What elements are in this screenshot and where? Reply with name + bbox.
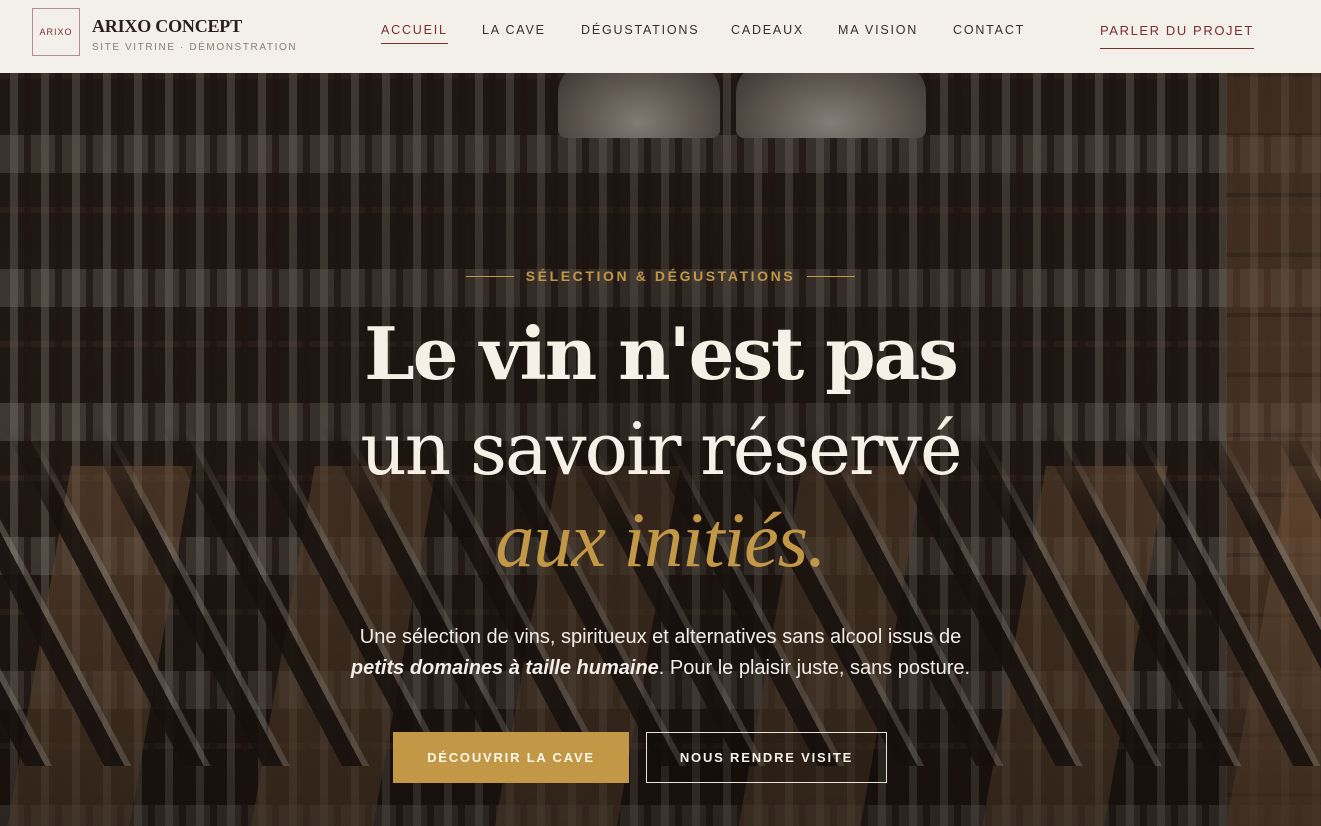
nous-rendre-visite-button[interactable]: NOUS RENDRE VISITE: [646, 732, 887, 783]
hero-headline-line-2: un savoir réservé: [360, 407, 962, 491]
hero-eyebrow-wrap: SÉLECTION & DÉGUSTATIONS: [0, 268, 1321, 286]
brand-subtitle: SITE VITRINE · DÉMONSTRATION: [92, 42, 298, 53]
hero-lede-emphasis: petits domaines à taille humaine: [350, 657, 659, 679]
nav-item-cadeaux[interactable]: CADEAUX: [731, 23, 804, 37]
hero-lede: Une sélection de vins, spiritueux et alt…: [0, 622, 1321, 684]
brand-title[interactable]: ARIXO CONCEPT: [92, 16, 242, 37]
hero-lede-part-1: Une sélection de vins, spiritueux et alt…: [359, 626, 962, 648]
hero-section: SÉLECTION & DÉGUSTATIONS Le vin n'est pa…: [0, 73, 1321, 826]
hero-eyebrow: SÉLECTION & DÉGUSTATIONS: [465, 268, 855, 284]
hero-lede-part-2: . Pour le plaisir juste, sans posture.: [658, 657, 971, 679]
hero-headline-line-1: Le vin n'est pas: [364, 311, 959, 396]
logo-mark[interactable]: ARIXO: [32, 8, 80, 56]
nav-item-ma-vision[interactable]: MA VISION: [838, 23, 918, 37]
parler-du-projet-link[interactable]: PARLER DU PROJET: [1100, 23, 1254, 49]
nav-item-contact[interactable]: CONTACT: [953, 23, 1025, 37]
hero-headline-line-3: aux initiés.: [495, 496, 826, 583]
decouvrir-la-cave-button[interactable]: DÉCOUVRIR LA CAVE: [393, 732, 629, 783]
nav-item-accueil[interactable]: ACCUEIL: [381, 23, 448, 44]
site-header: ARIXO ARIXO CONCEPT SITE VITRINE · DÉMON…: [0, 0, 1321, 73]
nav-item-degustations[interactable]: DÉGUSTATIONS: [581, 23, 699, 37]
nav-item-la-cave[interactable]: LA CAVE: [482, 23, 546, 37]
logo-text: ARIXO: [39, 27, 73, 37]
